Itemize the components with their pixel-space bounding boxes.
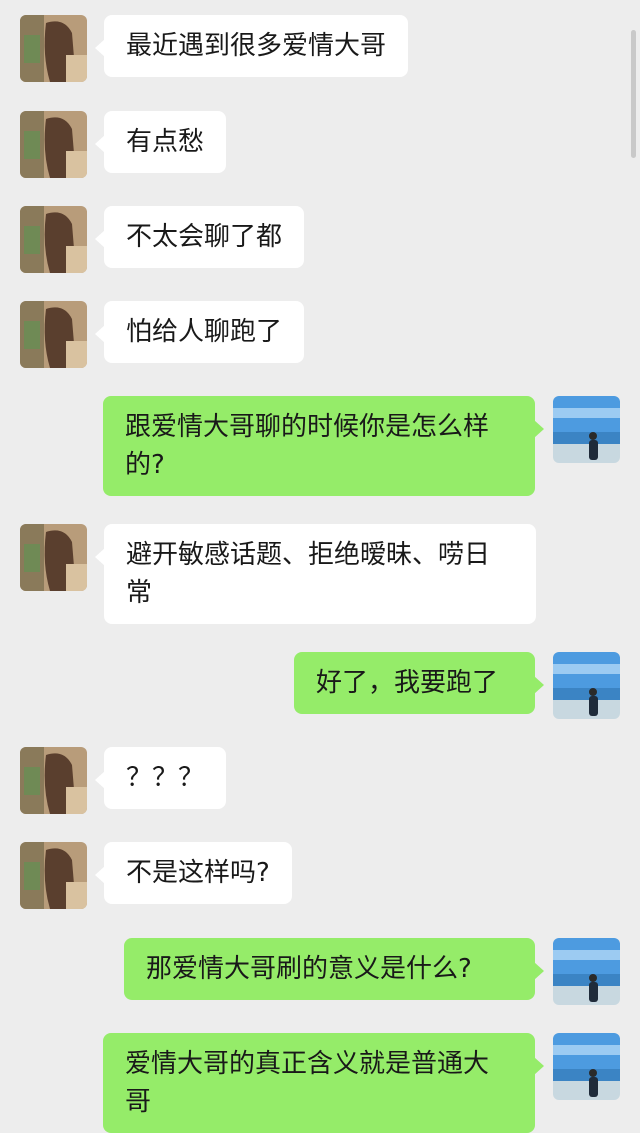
user-avatar[interactable] (553, 652, 620, 719)
contact-avatar-image (20, 524, 87, 591)
contact-avatar-image (20, 111, 87, 178)
chat-thread[interactable]: 最近遇到很多爱情大哥 有点愁 不太会聊了都 怕给人聊跑了 跟爱情大哥聊的时候你是… (0, 0, 640, 1133)
user-avatar[interactable] (553, 1033, 620, 1100)
message-bubble-outgoing[interactable]: 跟爱情大哥聊的时候你是怎么样的? (103, 396, 544, 496)
message-bubble-outgoing[interactable]: 爱情大哥的真正含义就是普通大哥 (103, 1033, 544, 1133)
contact-avatar[interactable] (20, 111, 87, 178)
message-bubble-incoming[interactable]: 不太会聊了都 (94, 206, 305, 268)
message-bubble-incoming[interactable]: ？？？ (94, 747, 227, 809)
contact-avatar[interactable] (20, 747, 87, 814)
message-bubble-incoming[interactable]: 避开敏感话题、拒绝暧昧、唠日常 (95, 524, 536, 624)
contact-avatar-image (20, 842, 87, 909)
scrollbar[interactable] (631, 30, 636, 158)
user-avatar-image (553, 938, 620, 1005)
user-avatar-image (553, 396, 620, 463)
contact-avatar-image (20, 206, 87, 273)
contact-avatar[interactable] (20, 842, 87, 909)
message-bubble-outgoing[interactable]: 好了，我要跑了 (294, 652, 544, 714)
contact-avatar[interactable] (20, 301, 87, 368)
contact-avatar[interactable] (20, 206, 87, 273)
user-avatar-image (553, 1033, 620, 1100)
contact-avatar[interactable] (20, 524, 87, 591)
user-avatar[interactable] (553, 938, 620, 1005)
contact-avatar-image (20, 301, 87, 368)
contact-avatar-image (20, 747, 87, 814)
user-avatar-image (553, 652, 620, 719)
message-bubble-incoming[interactable]: 怕给人聊跑了 (94, 301, 305, 363)
message-bubble-incoming[interactable]: 不是这样吗? (95, 842, 292, 904)
message-bubble-outgoing[interactable]: 那爱情大哥刷的意义是什么? (124, 938, 544, 1000)
contact-avatar[interactable] (20, 15, 87, 82)
message-bubble-incoming[interactable]: 最近遇到很多爱情大哥 (94, 15, 409, 77)
user-avatar[interactable] (553, 396, 620, 463)
contact-avatar-image (20, 15, 87, 82)
message-bubble-incoming[interactable]: 有点愁 (94, 111, 227, 173)
